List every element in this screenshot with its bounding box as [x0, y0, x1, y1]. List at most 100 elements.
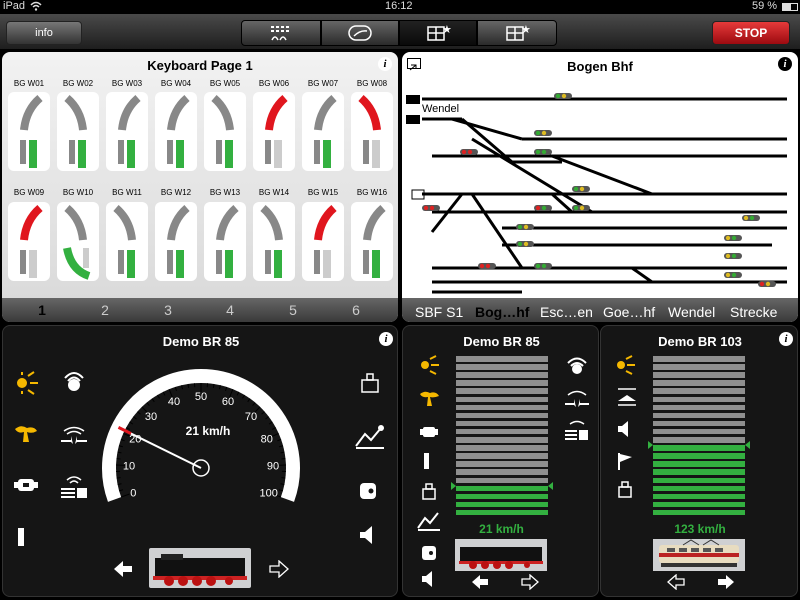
- info-icon[interactable]: i: [378, 57, 392, 71]
- page-button[interactable]: 6: [341, 302, 371, 318]
- switch-button[interactable]: [302, 92, 344, 171]
- page-button[interactable]: 2: [90, 302, 120, 318]
- bell-icon[interactable]: [355, 370, 385, 396]
- page-button[interactable]: 5: [278, 302, 308, 318]
- switch-button[interactable]: [351, 202, 393, 281]
- stop-button[interactable]: STOP: [712, 21, 790, 45]
- shunting-icon[interactable]: [563, 418, 591, 444]
- speed-bar: [653, 372, 745, 378]
- light-icon[interactable]: [613, 354, 637, 376]
- gauge-tick: [157, 394, 160, 399]
- slider-handle[interactable]: [548, 481, 553, 490]
- gauge-tick: [280, 451, 285, 454]
- layout-tab[interactable]: ★: [399, 20, 477, 46]
- switch-button[interactable]: [57, 202, 99, 281]
- speed-bar: [653, 501, 745, 508]
- switch-label: BG W10: [62, 188, 94, 197]
- slider-handle[interactable]: [648, 441, 653, 450]
- speed-slider[interactable]: [451, 356, 553, 518]
- speed-bar: [456, 380, 548, 386]
- generator-icon[interactable]: [417, 542, 441, 564]
- page-button[interactable]: 4: [215, 302, 245, 318]
- engine-icon[interactable]: [11, 472, 41, 498]
- layout2-tab[interactable]: ★: [477, 20, 557, 46]
- speed-bar: [653, 461, 745, 467]
- info-button[interactable]: info: [6, 21, 82, 45]
- switch-button[interactable]: [8, 202, 50, 281]
- horn-icon[interactable]: [613, 418, 637, 440]
- switch-button[interactable]: [106, 202, 148, 281]
- info-icon[interactable]: i: [779, 332, 793, 346]
- speed-bar: [456, 428, 548, 435]
- page-button[interactable]: 3: [153, 302, 183, 318]
- info-icon[interactable]: i: [379, 332, 393, 346]
- switch-button[interactable]: [57, 92, 99, 171]
- switch-button[interactable]: [204, 202, 246, 281]
- switch-button[interactable]: [155, 92, 197, 171]
- switch-button[interactable]: [302, 202, 344, 281]
- gauge-tick: [151, 398, 155, 403]
- slider-handle[interactable]: [451, 481, 456, 490]
- speed-bar: [456, 388, 548, 394]
- bell-icon[interactable]: [417, 480, 441, 502]
- gauge-scale-label: 10: [123, 460, 135, 472]
- switch-button[interactable]: [253, 92, 295, 171]
- switch-button[interactable]: [351, 92, 393, 171]
- layout-tab[interactable]: Bog…hf: [475, 304, 529, 320]
- light-icon[interactable]: [417, 354, 441, 376]
- reverse-arrow-icon[interactable]: [467, 572, 493, 592]
- speed-bar: [653, 493, 745, 500]
- pantograph-icon[interactable]: [353, 422, 387, 450]
- cab-light-icon[interactable]: [417, 450, 437, 472]
- smoke-icon[interactable]: [417, 388, 441, 410]
- speed-slider[interactable]: [648, 356, 750, 518]
- gauge-tick: [280, 483, 285, 486]
- switch-label: BG W02: [62, 79, 94, 88]
- switch-icon: [260, 204, 283, 278]
- layout-tab[interactable]: Wendel: [668, 304, 715, 320]
- reverse-arrow-icon[interactable]: [663, 572, 689, 592]
- switch-button[interactable]: [155, 202, 197, 281]
- battery-icon: [782, 3, 798, 11]
- shunting-icon[interactable]: [59, 472, 89, 502]
- bell-icon[interactable]: [613, 478, 637, 500]
- layout-tab[interactable]: Goe…hf: [603, 304, 655, 320]
- slider-handle[interactable]: [745, 441, 750, 450]
- coupler-icon[interactable]: [59, 422, 89, 448]
- switch-icon: [216, 204, 239, 278]
- horn-icon[interactable]: [417, 568, 441, 590]
- layout-tab[interactable]: SBF S1: [415, 304, 463, 320]
- coupler-icon[interactable]: [563, 386, 591, 412]
- page-button[interactable]: 1: [27, 302, 57, 318]
- track-diagram: [406, 93, 787, 294]
- gauge-tick: [120, 439, 125, 442]
- sound-icon[interactable]: [59, 370, 89, 396]
- forward-arrow-icon[interactable]: [265, 558, 293, 580]
- pantograph-icon[interactable]: [415, 508, 443, 532]
- switch-button[interactable]: [204, 92, 246, 171]
- gauge-scale-label: 100: [259, 488, 277, 500]
- pantograph-icon[interactable]: [613, 386, 641, 410]
- horn-icon[interactable]: [355, 522, 381, 548]
- switch-button[interactable]: [8, 92, 50, 171]
- layout-tab[interactable]: Strecke: [730, 304, 777, 320]
- switch-button[interactable]: [253, 202, 295, 281]
- gauge-tick: [118, 445, 123, 448]
- light-icon[interactable]: [11, 370, 41, 396]
- cab-light-icon[interactable]: [11, 524, 31, 550]
- keyboard-tab[interactable]: [241, 20, 321, 46]
- sound-icon[interactable]: [563, 354, 591, 380]
- layout-tab[interactable]: Esc…en: [540, 304, 593, 320]
- reverse-arrow-icon[interactable]: [109, 558, 137, 580]
- forward-arrow-icon[interactable]: [713, 572, 739, 592]
- smoke-icon[interactable]: [11, 422, 41, 448]
- forward-arrow-icon[interactable]: [517, 572, 543, 592]
- engine-icon[interactable]: [417, 422, 441, 442]
- generator-icon[interactable]: [355, 478, 381, 504]
- speed-bar: [456, 461, 548, 467]
- controller-tab[interactable]: [321, 20, 399, 46]
- switch-button[interactable]: [106, 92, 148, 171]
- flag-icon[interactable]: [613, 450, 637, 472]
- cab-mid-panel: Demo BR 85 21 km/h: [402, 325, 599, 597]
- switch-icon: [20, 94, 43, 168]
